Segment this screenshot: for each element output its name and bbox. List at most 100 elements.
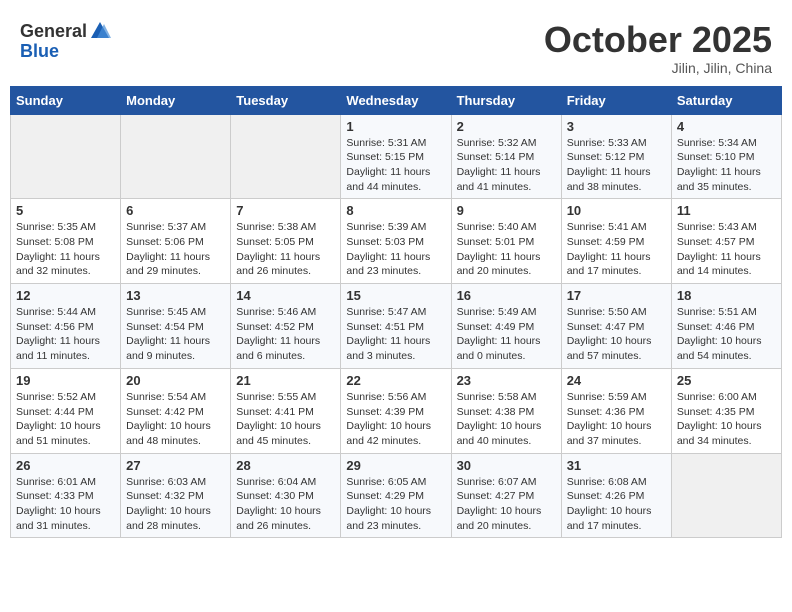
- column-header-friday: Friday: [561, 86, 671, 114]
- day-number: 24: [567, 373, 666, 388]
- day-number: 25: [677, 373, 776, 388]
- calendar-cell: 19 Sunrise: 5:52 AM Sunset: 4:44 PM Dayli…: [11, 368, 121, 453]
- day-number: 5: [16, 203, 115, 218]
- location: Jilin, Jilin, China: [544, 60, 772, 76]
- day-info: Sunrise: 5:56 AM Sunset: 4:39 PM Dayligh…: [346, 390, 445, 449]
- day-number: 23: [457, 373, 556, 388]
- day-number: 26: [16, 458, 115, 473]
- calendar-cell: 31 Sunrise: 6:08 AM Sunset: 4:26 PM Dayli…: [561, 453, 671, 538]
- day-info: Sunrise: 5:31 AM Sunset: 5:15 PM Dayligh…: [346, 136, 445, 195]
- day-info: Sunrise: 5:43 AM Sunset: 4:57 PM Dayligh…: [677, 220, 776, 279]
- calendar-cell: 25 Sunrise: 6:00 AM Sunset: 4:35 PM Dayli…: [671, 368, 781, 453]
- day-info: Sunrise: 5:54 AM Sunset: 4:42 PM Dayligh…: [126, 390, 225, 449]
- calendar-week-row: 26 Sunrise: 6:01 AM Sunset: 4:33 PM Dayli…: [11, 453, 782, 538]
- day-info: Sunrise: 6:08 AM Sunset: 4:26 PM Dayligh…: [567, 475, 666, 534]
- day-info: Sunrise: 5:55 AM Sunset: 4:41 PM Dayligh…: [236, 390, 335, 449]
- calendar-week-row: 5 Sunrise: 5:35 AM Sunset: 5:08 PM Daylig…: [11, 199, 782, 284]
- day-number: 29: [346, 458, 445, 473]
- column-header-monday: Monday: [121, 86, 231, 114]
- day-info: Sunrise: 5:33 AM Sunset: 5:12 PM Dayligh…: [567, 136, 666, 195]
- day-info: Sunrise: 6:00 AM Sunset: 4:35 PM Dayligh…: [677, 390, 776, 449]
- day-number: 6: [126, 203, 225, 218]
- day-info: Sunrise: 6:07 AM Sunset: 4:27 PM Dayligh…: [457, 475, 556, 534]
- day-number: 31: [567, 458, 666, 473]
- logo-blue: Blue: [20, 41, 59, 61]
- day-info: Sunrise: 5:59 AM Sunset: 4:36 PM Dayligh…: [567, 390, 666, 449]
- day-info: Sunrise: 5:37 AM Sunset: 5:06 PM Dayligh…: [126, 220, 225, 279]
- day-info: Sunrise: 5:39 AM Sunset: 5:03 PM Dayligh…: [346, 220, 445, 279]
- day-info: Sunrise: 6:03 AM Sunset: 4:32 PM Dayligh…: [126, 475, 225, 534]
- day-number: 19: [16, 373, 115, 388]
- day-number: 11: [677, 203, 776, 218]
- day-number: 8: [346, 203, 445, 218]
- column-header-tuesday: Tuesday: [231, 86, 341, 114]
- calendar-cell: 27 Sunrise: 6:03 AM Sunset: 4:32 PM Dayli…: [121, 453, 231, 538]
- calendar-cell: 17 Sunrise: 5:50 AM Sunset: 4:47 PM Dayli…: [561, 284, 671, 369]
- day-number: 22: [346, 373, 445, 388]
- day-info: Sunrise: 6:01 AM Sunset: 4:33 PM Dayligh…: [16, 475, 115, 534]
- day-info: Sunrise: 5:44 AM Sunset: 4:56 PM Dayligh…: [16, 305, 115, 364]
- day-number: 30: [457, 458, 556, 473]
- calendar-cell: 22 Sunrise: 5:56 AM Sunset: 4:39 PM Dayli…: [341, 368, 451, 453]
- calendar-cell: 14Sunrise: 5:46 AM Sunset: 4:52 PM Dayli…: [231, 284, 341, 369]
- calendar-cell: 5 Sunrise: 5:35 AM Sunset: 5:08 PM Daylig…: [11, 199, 121, 284]
- calendar-cell: 7Sunrise: 5:38 AM Sunset: 5:05 PM Daylig…: [231, 199, 341, 284]
- calendar-cell: 16 Sunrise: 5:49 AM Sunset: 4:49 PM Dayli…: [451, 284, 561, 369]
- day-info: Sunrise: 5:35 AM Sunset: 5:08 PM Dayligh…: [16, 220, 115, 279]
- logo: General Blue: [20, 20, 111, 62]
- column-header-saturday: Saturday: [671, 86, 781, 114]
- logo-general: General: [20, 22, 87, 40]
- day-number: 27: [126, 458, 225, 473]
- day-info: Sunrise: 5:52 AM Sunset: 4:44 PM Dayligh…: [16, 390, 115, 449]
- calendar-cell: 28 Sunrise: 6:04 AM Sunset: 4:30 PM Dayli…: [231, 453, 341, 538]
- calendar-cell: 3Sunrise: 5:33 AM Sunset: 5:12 PM Daylig…: [561, 114, 671, 199]
- day-number: 9: [457, 203, 556, 218]
- column-header-sunday: Sunday: [11, 86, 121, 114]
- day-info: Sunrise: 5:58 AM Sunset: 4:38 PM Dayligh…: [457, 390, 556, 449]
- day-number: 20: [126, 373, 225, 388]
- calendar-cell: [231, 114, 341, 199]
- day-info: Sunrise: 5:47 AM Sunset: 4:51 PM Dayligh…: [346, 305, 445, 364]
- calendar-cell: [671, 453, 781, 538]
- calendar-week-row: 1 Sunrise: 5:31 AM Sunset: 5:15 PM Daylig…: [11, 114, 782, 199]
- page-header: General Blue October 2025 Jilin, Jilin, …: [10, 10, 782, 81]
- calendar-cell: 2Sunrise: 5:32 AM Sunset: 5:14 PM Daylig…: [451, 114, 561, 199]
- calendar-cell: 15Sunrise: 5:47 AM Sunset: 4:51 PM Dayli…: [341, 284, 451, 369]
- calendar-week-row: 19 Sunrise: 5:52 AM Sunset: 4:44 PM Dayli…: [11, 368, 782, 453]
- calendar-cell: [11, 114, 121, 199]
- calendar-cell: 4 Sunrise: 5:34 AM Sunset: 5:10 PM Daylig…: [671, 114, 781, 199]
- day-info: Sunrise: 6:05 AM Sunset: 4:29 PM Dayligh…: [346, 475, 445, 534]
- day-info: Sunrise: 5:49 AM Sunset: 4:49 PM Dayligh…: [457, 305, 556, 364]
- day-info: Sunrise: 5:50 AM Sunset: 4:47 PM Dayligh…: [567, 305, 666, 364]
- calendar-cell: 26 Sunrise: 6:01 AM Sunset: 4:33 PM Dayli…: [11, 453, 121, 538]
- calendar-cell: 21 Sunrise: 5:55 AM Sunset: 4:41 PM Dayli…: [231, 368, 341, 453]
- day-info: Sunrise: 5:46 AM Sunset: 4:52 PM Dayligh…: [236, 305, 335, 364]
- day-info: Sunrise: 5:51 AM Sunset: 4:46 PM Dayligh…: [677, 305, 776, 364]
- day-number: 21: [236, 373, 335, 388]
- calendar-cell: 23 Sunrise: 5:58 AM Sunset: 4:38 PM Dayli…: [451, 368, 561, 453]
- day-info: Sunrise: 5:45 AM Sunset: 4:54 PM Dayligh…: [126, 305, 225, 364]
- calendar-cell: 1 Sunrise: 5:31 AM Sunset: 5:15 PM Daylig…: [341, 114, 451, 199]
- day-number: 10: [567, 203, 666, 218]
- calendar-cell: 6 Sunrise: 5:37 AM Sunset: 5:06 PM Daylig…: [121, 199, 231, 284]
- day-number: 4: [677, 119, 776, 134]
- day-info: Sunrise: 6:04 AM Sunset: 4:30 PM Dayligh…: [236, 475, 335, 534]
- calendar-cell: 9Sunrise: 5:40 AM Sunset: 5:01 PM Daylig…: [451, 199, 561, 284]
- day-info: Sunrise: 5:38 AM Sunset: 5:05 PM Dayligh…: [236, 220, 335, 279]
- month-title: October 2025: [544, 20, 772, 60]
- calendar-cell: 11 Sunrise: 5:43 AM Sunset: 4:57 PM Dayli…: [671, 199, 781, 284]
- day-number: 2: [457, 119, 556, 134]
- calendar-cell: 29 Sunrise: 6:05 AM Sunset: 4:29 PM Dayli…: [341, 453, 451, 538]
- day-info: Sunrise: 5:34 AM Sunset: 5:10 PM Dayligh…: [677, 136, 776, 195]
- calendar-week-row: 12Sunrise: 5:44 AM Sunset: 4:56 PM Dayli…: [11, 284, 782, 369]
- calendar-cell: 8 Sunrise: 5:39 AM Sunset: 5:03 PM Daylig…: [341, 199, 451, 284]
- calendar-cell: 30 Sunrise: 6:07 AM Sunset: 4:27 PM Dayli…: [451, 453, 561, 538]
- day-number: 28: [236, 458, 335, 473]
- calendar-header-row: SundayMondayTuesdayWednesdayThursdayFrid…: [11, 86, 782, 114]
- day-number: 16: [457, 288, 556, 303]
- day-number: 1: [346, 119, 445, 134]
- title-block: October 2025 Jilin, Jilin, China: [544, 20, 772, 76]
- logo-icon: [89, 20, 111, 42]
- day-number: 17: [567, 288, 666, 303]
- calendar-cell: 12Sunrise: 5:44 AM Sunset: 4:56 PM Dayli…: [11, 284, 121, 369]
